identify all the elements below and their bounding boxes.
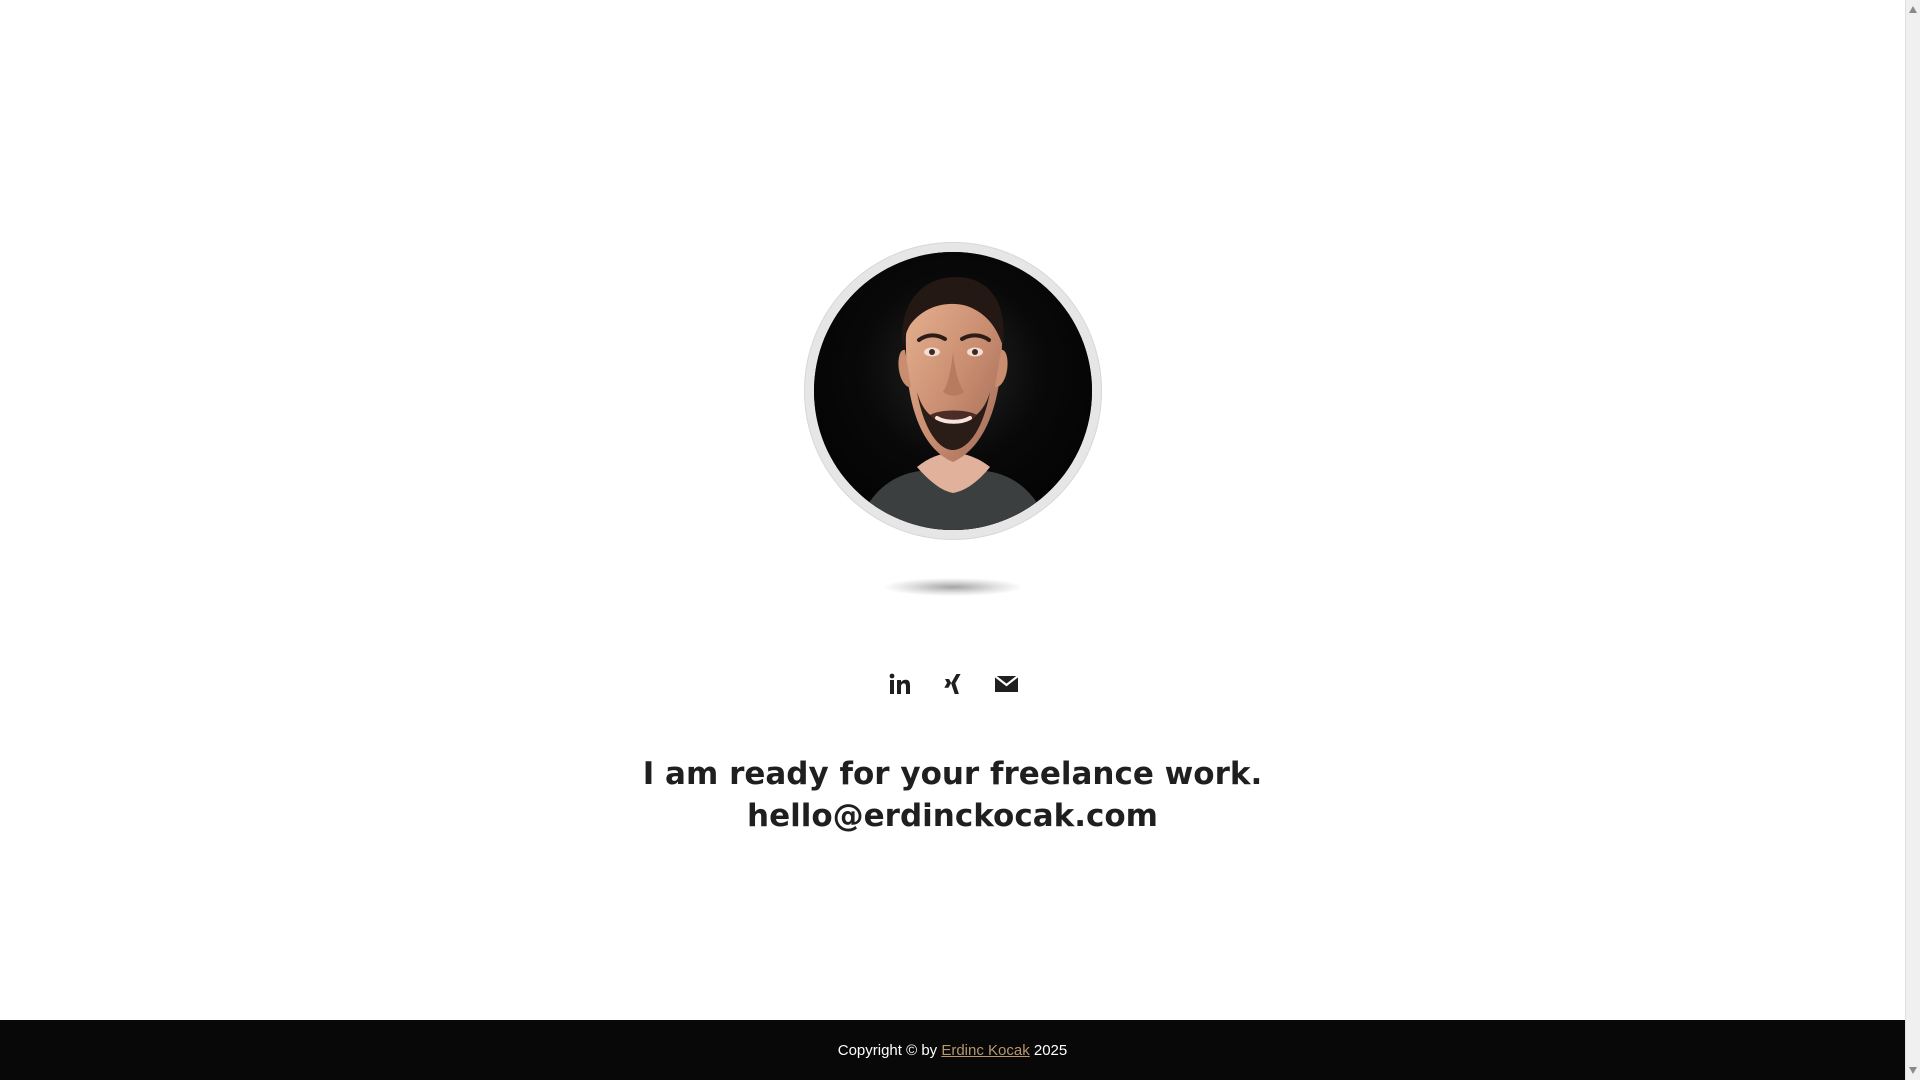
social-links (882, 666, 1024, 702)
scroll-up-icon[interactable] (1909, 6, 1917, 13)
page-content: I am ready for your freelance work. hell… (0, 0, 1905, 1020)
xing-link[interactable] (935, 666, 971, 702)
copyright-prefix: Copyright © by (837, 1041, 942, 1059)
browser-viewport: I am ready for your freelance work. hell… (0, 0, 1920, 1080)
headline-text: I am ready for your freelance work. (642, 756, 1263, 792)
envelope-icon (993, 673, 1019, 695)
author-link[interactable]: Erdinc Kocak (941, 1042, 1029, 1059)
copyright-year: 2025 (1029, 1041, 1068, 1059)
scroll-down-icon[interactable] (1909, 1067, 1917, 1074)
page-footer: Copyright © by Erdinc Kocak 2025 (0, 1020, 1905, 1080)
profile-photo (814, 252, 1092, 530)
profile-photo-shadow (884, 578, 1022, 596)
email-address-text: hello@erdinckocak.com (747, 798, 1158, 834)
xing-icon (941, 672, 965, 696)
linkedin-link[interactable] (882, 666, 918, 702)
vertical-scrollbar[interactable] (1905, 0, 1920, 1080)
profile-photo-frame (804, 242, 1102, 540)
linkedin-icon (888, 672, 912, 696)
freelance-message: I am ready for your freelance work. hell… (0, 753, 1905, 837)
email-link[interactable] (988, 666, 1024, 702)
